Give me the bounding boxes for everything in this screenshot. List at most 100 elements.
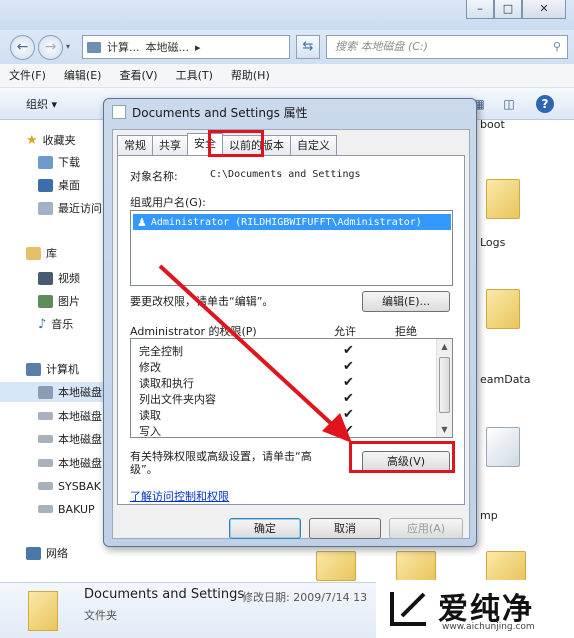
sidebar-item-drive-c[interactable]: 本地磁盘 [0,382,104,402]
menu-edit[interactable]: 编辑(E) [55,64,111,87]
allow-check-icon: ✔ [343,423,354,438]
recent-places-icon [38,201,53,215]
forward-button[interactable]: → [38,35,63,60]
sidebar-item-desktop[interactable]: 桌面 [38,175,80,195]
video-icon [38,271,53,285]
object-name-label: 对象名称: [130,170,178,183]
file-label[interactable]: Logs [480,236,505,249]
apply-button[interactable]: 应用(A) [389,518,463,539]
downloads-folder-icon [38,155,53,169]
search-input[interactable]: 搜索 本地磁盘 (C:) ⚲ [326,35,568,59]
cancel-button[interactable]: 取消 [309,518,381,539]
sidebar-item-music[interactable]: ♪ 音乐 [38,314,73,334]
explorer-titlebar: – □ ✕ [0,0,574,30]
permission-row: 列出文件夹内容 ✔ [139,391,429,407]
sidebar-item-label: 库 [46,247,57,260]
drive-icon [38,482,53,490]
change-hint: 要更改权限，请单击“编辑”。 [130,295,274,308]
tab-customize[interactable]: 自定义 [290,135,337,155]
allow-check-icon: ✔ [343,391,354,406]
details-modified: 修改日期: 2009/7/14 13 [242,591,368,604]
permission-name: 完全控制 [139,345,183,358]
sidebar-item-label: 本地磁盘 [58,457,102,470]
list-item[interactable]: ♟ Administrator (RILDHIGBWIFUFFT\Adminis… [133,214,451,230]
dialog-body: 常规 共享 安全 以前的版本 自定义 对象名称: C:\Documents an… [112,129,470,539]
ok-button[interactable]: 确定 [229,518,301,539]
preview-pane-icon[interactable]: ◫ [500,95,518,113]
permission-name: 读取和执行 [139,377,194,390]
sidebar-item-label: 下载 [58,156,80,169]
sidebar-item-network[interactable]: 网络 [26,543,68,563]
sidebar-item-label: BAKUP [58,502,95,516]
sidebar-item-computer[interactable]: 计算机 [26,359,79,379]
allow-check-icon: ✔ [343,359,354,374]
sidebar-item-label: 图片 [58,295,80,308]
scroll-thumb[interactable] [439,357,450,413]
refresh-icon[interactable]: ⇆ [296,35,320,59]
address-bar[interactable]: 计算... 本地磁... ▸ [82,35,290,59]
tab-sharing[interactable]: 共享 [152,135,188,155]
document-icon [112,105,126,119]
minimize-button[interactable]: – [466,0,494,19]
file-label[interactable]: eamData [480,373,531,386]
sidebar-item-drive[interactable]: SYSBAK [38,476,101,496]
menu-view[interactable]: 查看(V) [110,64,166,87]
address-chevron-icon[interactable]: ▸ [195,41,201,54]
permissions-scrollbar[interactable]: ▲ ▼ [436,339,452,437]
learn-access-control-link[interactable]: 了解访问控制和权限 [130,488,229,504]
watermark-logo: 爱纯净 www.aichunjing.com [376,580,574,638]
properties-dialog: Documents and Settings 属性 常规 共享 安全 以前的版本… [103,98,477,547]
sidebar-item-drive[interactable]: BAKUP [38,499,95,519]
scroll-up-icon[interactable]: ▲ [437,339,452,354]
tab-general[interactable]: 常规 [117,135,153,155]
search-icon[interactable]: ⚲ [553,36,561,58]
menu-file[interactable]: 文件(F) [0,64,55,87]
address-part-drive[interactable]: 本地磁... [146,39,190,55]
navigation-bar: ← → ▾ 计算... 本地磁... ▸ ⇆ 搜索 本地磁盘 (C:) ⚲ [0,30,574,64]
folder-icon[interactable] [396,551,436,581]
sidebar-item-drive[interactable]: 本地磁盘 [38,429,102,449]
user-entry-text: Administrator (RILDHIGBWIFUFFT\Administr… [150,216,422,228]
scroll-down-icon[interactable]: ▼ [437,422,452,437]
folder-icon[interactable] [486,179,520,219]
file-label[interactable]: boot [480,118,505,131]
back-button[interactable]: ← [10,35,35,60]
close-button[interactable]: ✕ [522,0,566,19]
folder-icon[interactable] [486,551,526,581]
edit-button[interactable]: 编辑(E)... [362,291,450,312]
drive-icon [38,459,53,467]
sidebar-item-label: 桌面 [58,179,80,192]
sidebar-item-label: 收藏夹 [42,134,76,147]
file-label[interactable]: mp [480,509,498,522]
allow-check-icon: ✔ [343,375,354,390]
sidebar-item-drive[interactable]: 本地磁盘 [38,406,102,426]
menu-help[interactable]: 帮助(H) [222,64,279,87]
sidebar-item-pictures[interactable]: 图片 [38,291,80,311]
history-dropdown-icon[interactable]: ▾ [66,42,70,51]
sidebar-item-downloads[interactable]: 下载 [38,152,80,172]
address-part-computer[interactable]: 计算... [107,39,140,55]
file-icon[interactable] [486,427,520,467]
permission-name: 写入 [139,425,161,438]
sidebar-item-label: SYSBAK [58,479,101,493]
sidebar-item-drive[interactable]: 本地磁盘 [38,453,102,473]
folder-icon[interactable] [316,551,356,581]
music-icon: ♪ [38,316,47,332]
system-drive-icon [38,385,53,399]
users-listbox[interactable]: ♟ Administrator (RILDHIGBWIFUFFT\Adminis… [130,210,453,286]
advanced-hint-line2: 级”。 [130,463,158,476]
menu-tools[interactable]: 工具(T) [167,64,222,87]
organize-button[interactable]: 组织 ▾ [26,96,57,112]
details-type: 文件夹 [84,609,117,622]
sidebar-item-videos[interactable]: 视频 [38,268,80,288]
sidebar-item-libraries[interactable]: 库 [26,243,57,263]
sidebar-item-favorites[interactable]: ★ 收藏夹 [26,130,76,150]
folder-icon[interactable] [486,289,520,329]
allow-check-icon: ✔ [343,407,354,422]
permissions-listbox[interactable]: 完全控制 ✔ 修改 ✔ 读取和执行 ✔ 列出文件夹内容 ✔ 读取 ✔ 写入 ✔ … [130,338,453,438]
maximize-button[interactable]: □ [494,0,522,19]
permission-row: 写入 ✔ [139,423,429,438]
help-icon[interactable]: ? [536,95,554,113]
sidebar-item-label: 本地磁盘 [58,386,102,399]
sidebar-item-recent[interactable]: 最近访问 [38,198,102,218]
